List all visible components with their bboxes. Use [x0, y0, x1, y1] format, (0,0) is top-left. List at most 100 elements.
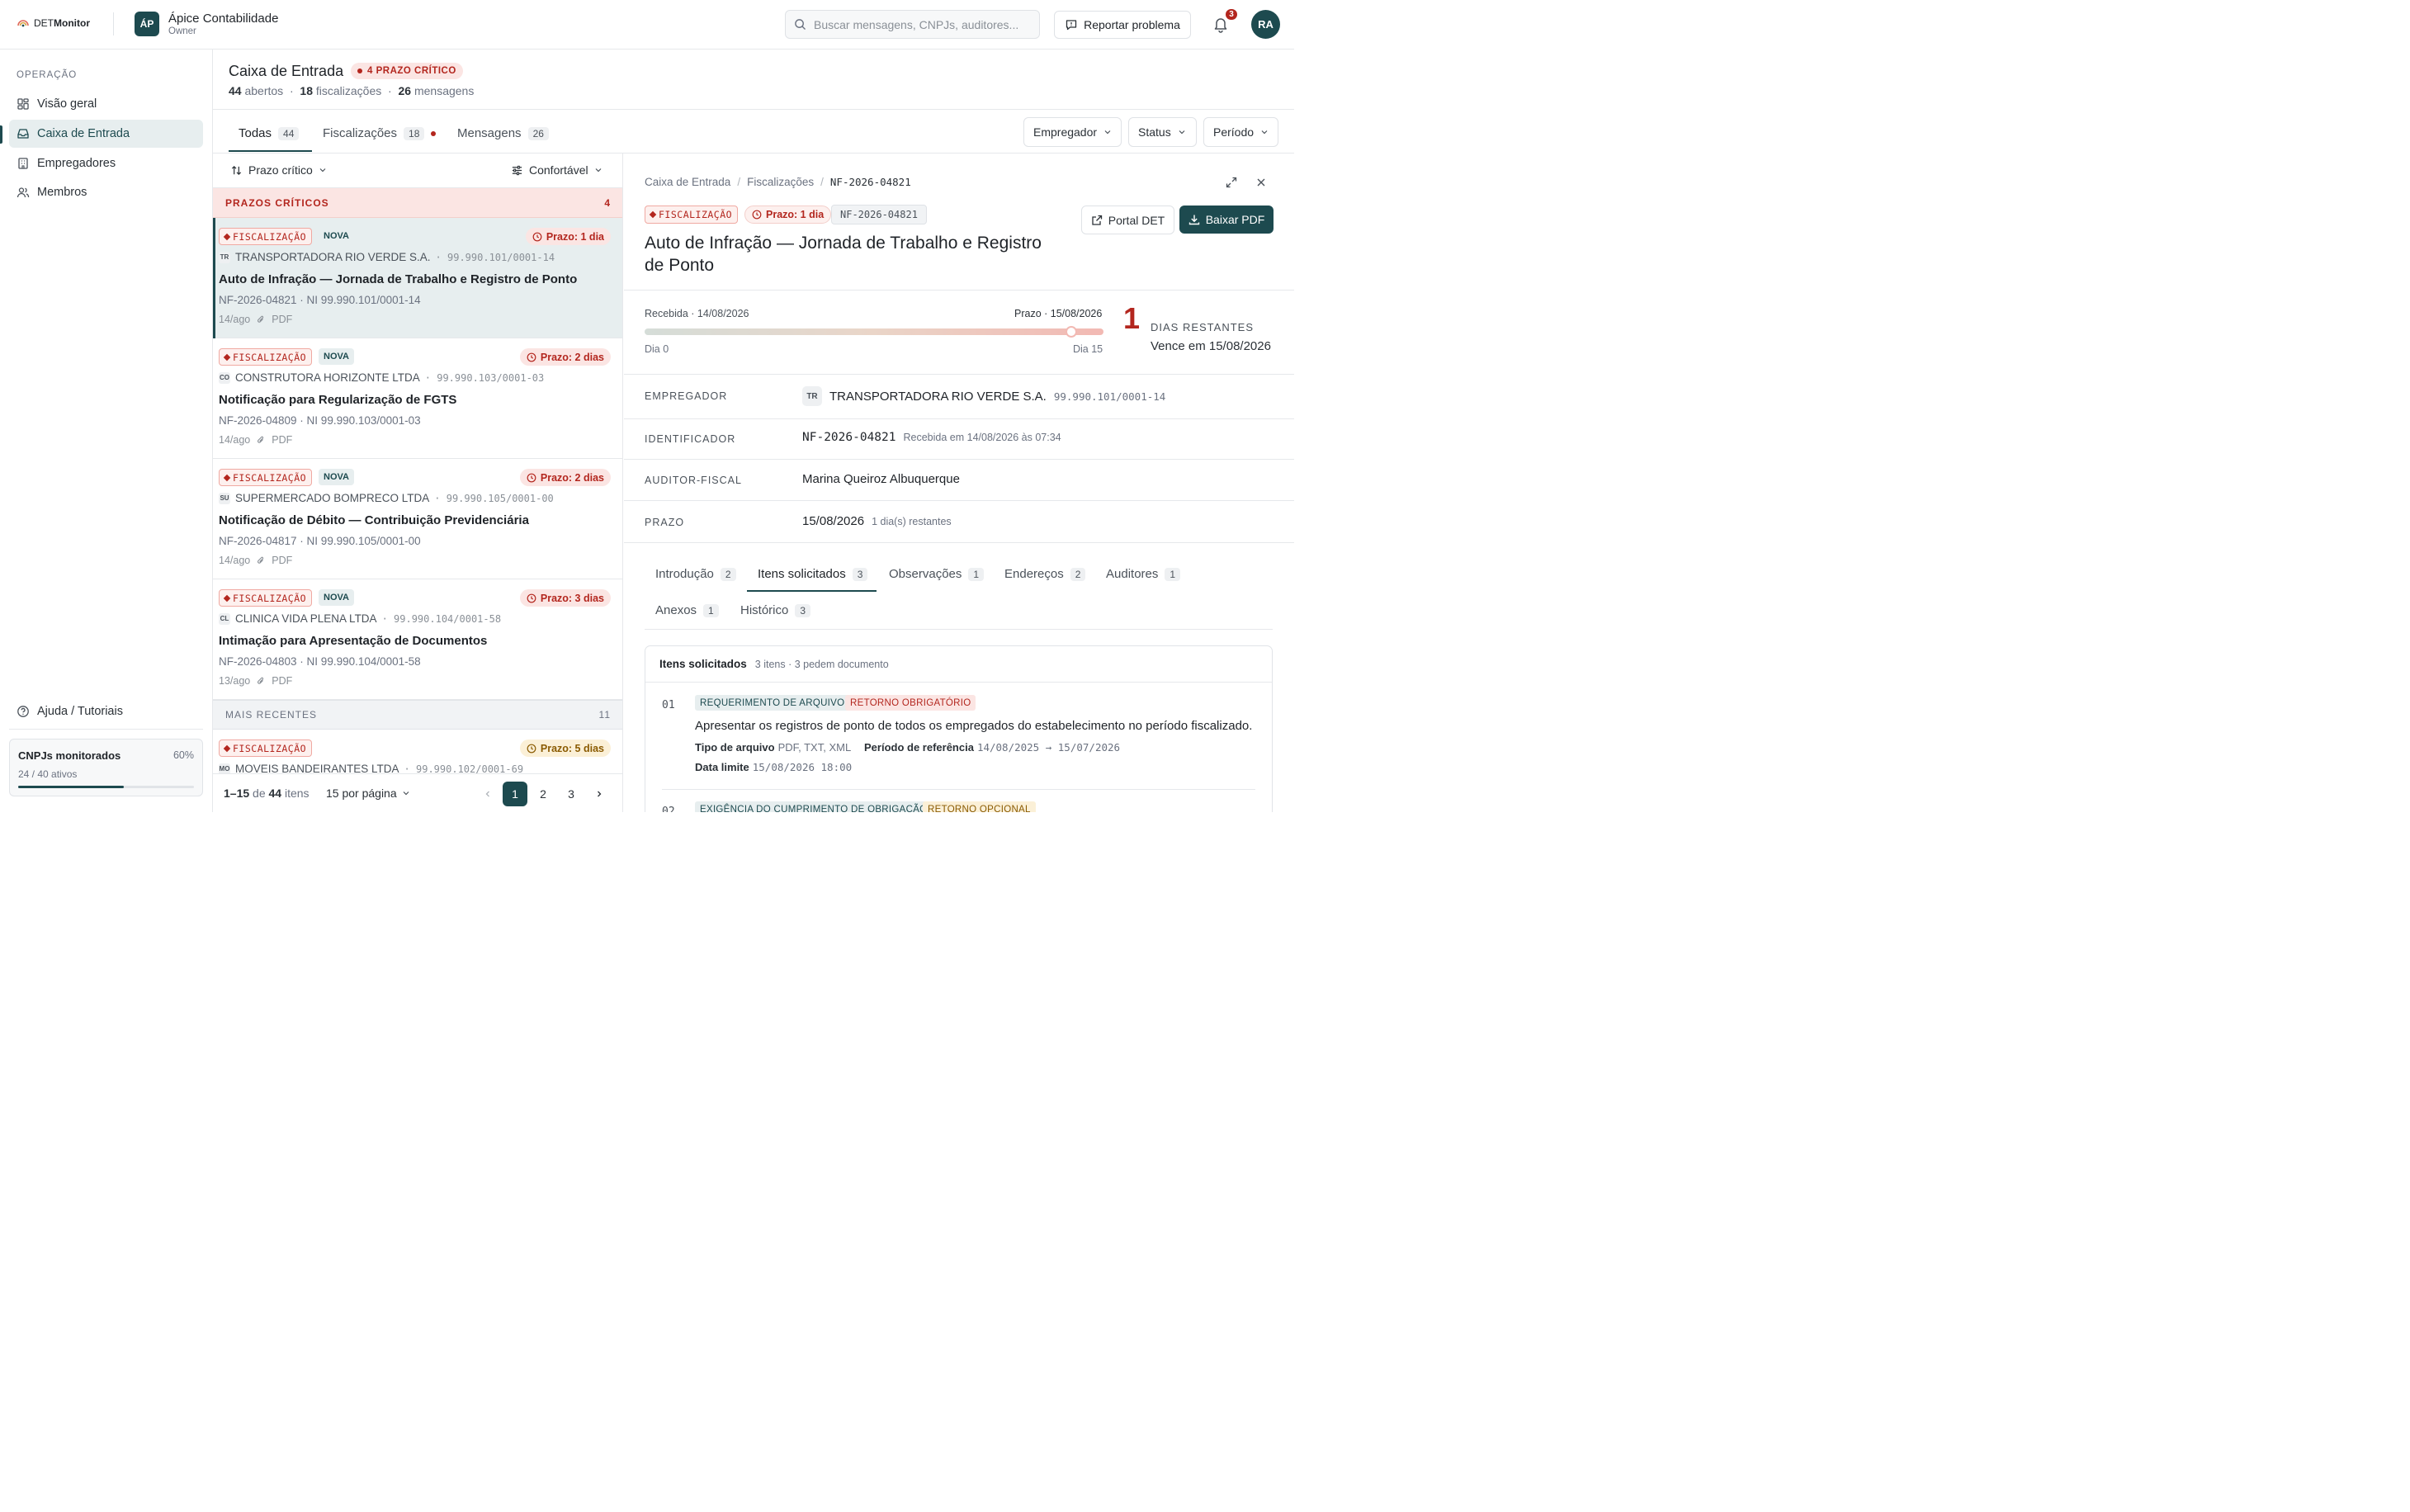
expand-button[interactable] — [1225, 176, 1238, 189]
item-meta: 14/ago PDF — [219, 314, 292, 325]
external-link-icon — [1092, 215, 1102, 225]
attachment-label: PDF — [272, 675, 293, 687]
search-input[interactable] — [814, 17, 1037, 31]
breadcrumb: Caixa de Entrada / Fiscalizações / NF-20… — [645, 176, 911, 188]
diamond-icon — [223, 744, 231, 752]
field-value-auditor: Marina Queiroz Albuquerque — [802, 472, 960, 486]
deadline-label: Prazo: 2 dias — [540, 471, 604, 484]
timeline-received: Recebida · 14/08/2026 — [645, 308, 749, 319]
sidebar-item-caixa-de-entrada[interactable]: Caixa de Entrada — [9, 120, 203, 148]
subtab-label: Introdução — [655, 567, 714, 581]
tab-mensagens[interactable]: Mensagens 26 — [457, 126, 549, 140]
prev-page-button[interactable] — [475, 782, 500, 806]
report-problem-button[interactable]: Reportar problema — [1054, 11, 1191, 39]
sidebar-item-empregadores[interactable]: Empregadores — [9, 149, 203, 177]
stat-messages-value: 26 — [398, 84, 412, 97]
field-value-employer[interactable]: TR TRANSPORTADORA RIO VERDE S.A. 99.990.… — [802, 386, 1165, 406]
type-tag: FISCALIZAÇÃO — [219, 348, 313, 366]
subtab-anexos[interactable]: Anexos 1 — [655, 603, 719, 617]
org-name[interactable]: Ápice Contabilidade — [168, 12, 278, 26]
user-avatar[interactable]: RA — [1251, 10, 1280, 39]
list-item[interactable]: FISCALIZAÇÃO NOVA Prazo: 2 dias SU SUPER… — [213, 459, 622, 579]
close-button[interactable] — [1255, 176, 1268, 189]
employer-cnpj: · 99.990.104/0001-58 — [381, 612, 502, 625]
attachment-label: PDF — [272, 314, 293, 325]
item-date: 14/ago — [219, 555, 251, 566]
subtab-historico[interactable]: Histórico 3 — [740, 603, 811, 617]
meta-value: PDF, TXT, XML — [777, 741, 852, 754]
identifier-value: NF-2026-04821 — [802, 431, 896, 444]
list-item[interactable]: FISCALIZAÇÃO NOVA Prazo: 3 dias CL CLINI… — [213, 579, 622, 700]
requirement-deadline: Data limite 15/08/2026 18:00 — [695, 761, 852, 773]
list-item[interactable]: FISCALIZAÇÃO NOVA Prazo: 2 dias CO CONST… — [213, 338, 622, 459]
requirement-type-chip: REQUERIMENTO DE ARQUIVO — [695, 695, 850, 711]
employer-row: SU SUPERMERCADO BOMPRECO LTDA · 99.990.1… — [219, 492, 554, 504]
deadline-badge: Prazo: 2 dias — [519, 469, 611, 486]
filter-status[interactable]: Status — [1128, 117, 1197, 147]
tab-fiscalizacoes[interactable]: Fiscalizações 18 — [323, 126, 437, 140]
density-dropdown[interactable]: Confortável — [511, 163, 602, 177]
breadcrumb-item[interactable]: Fiscalizações — [747, 176, 814, 188]
deadline-label: Prazo: 1 dia — [766, 209, 825, 220]
subtab-itens-solicitados[interactable]: Itens solicitados 3 — [758, 567, 868, 581]
filter-empregador[interactable]: Empregador — [1023, 117, 1122, 147]
sidebar-item-visao-geral[interactable]: Visão geral — [9, 90, 203, 118]
page-button-1[interactable]: 1 — [503, 782, 527, 806]
item-date: 13/ago — [219, 675, 251, 687]
tab-label: Todas — [239, 126, 272, 140]
subtab-introducao[interactable]: Introdução 2 — [655, 567, 736, 581]
org-avatar[interactable]: ÁP — [135, 12, 159, 36]
meta-label: Tipo de arquivo — [695, 741, 775, 754]
filter-periodo[interactable]: Período — [1203, 117, 1278, 147]
sidebar: OPERAÇÃO Visão geral Caixa de Entrada Em… — [0, 50, 213, 812]
divider — [624, 500, 1294, 501]
cnpj-usage-percent: 60% — [172, 749, 194, 761]
app-logo[interactable]: DETMonitor — [17, 17, 90, 29]
employer-name: TRANSPORTADORA RIO VERDE S.A. — [235, 251, 431, 263]
page-button-2[interactable]: 2 — [531, 782, 555, 806]
next-page-button[interactable] — [587, 782, 612, 806]
cnpj-usage-bar-fill — [18, 786, 124, 788]
type-tag: FISCALIZAÇÃO — [219, 589, 313, 607]
subtab-observacoes[interactable]: Observações 1 — [889, 567, 985, 581]
stat-separator: · — [289, 84, 294, 97]
breadcrumb-separator: / — [737, 176, 741, 188]
download-pdf-button[interactable]: Baixar PDF — [1179, 206, 1274, 234]
breadcrumb-item[interactable]: Caixa de Entrada — [645, 176, 730, 188]
item-reference: NF-2026-04803 · NI 99.990.104/0001-58 — [219, 655, 421, 668]
subtab-enderecos[interactable]: Endereços 2 — [1004, 567, 1086, 581]
subtab-count: 2 — [720, 567, 736, 581]
employer-cnpj: 99.990.101/0001-14 — [1053, 390, 1166, 403]
requested-items-title: Itens solicitados — [659, 658, 747, 670]
help-link[interactable]: Ajuda / Tutoriais — [17, 705, 123, 718]
divider — [624, 459, 1294, 460]
tab-todas[interactable]: Todas 44 — [239, 126, 300, 140]
cnpj-usage-title: CNPJs monitorados — [18, 749, 121, 762]
deadline-label: Prazo: 2 dias — [540, 351, 604, 363]
timeline-due: Prazo · 15/08/2026 — [1014, 308, 1103, 319]
type-tag-label: FISCALIZAÇÃO — [233, 592, 307, 604]
page-button-3[interactable]: 3 — [559, 782, 584, 806]
tab-label: Mensagens — [457, 126, 522, 140]
item-title: Auto de Infração — Jornada de Trabalho e… — [219, 272, 578, 286]
sort-dropdown[interactable]: Prazo crítico — [230, 163, 327, 177]
item-reference: NF-2026-04821 · NI 99.990.101/0001-14 — [219, 294, 421, 306]
sidebar-item-membros[interactable]: Membros — [9, 178, 203, 206]
close-icon — [1257, 178, 1265, 187]
deadline-badge: Prazo: 2 dias — [519, 348, 611, 366]
divider — [624, 542, 1294, 543]
employer-avatar: TR — [802, 386, 822, 406]
status-dot — [357, 69, 362, 73]
search-box[interactable] — [785, 10, 1040, 39]
diamond-icon — [223, 474, 231, 481]
breadcrumb-separator: / — [820, 176, 824, 188]
subtab-auditores[interactable]: Auditores 1 — [1106, 567, 1181, 581]
list-item[interactable]: FISCALIZAÇÃO NOVA Prazo: 1 dia TR TRANSP… — [213, 218, 622, 338]
page-size-dropdown[interactable]: 15 por página — [326, 787, 410, 800]
inbox-icon — [17, 129, 29, 139]
requirement-description: Apresentar os registros de ponto de todo… — [695, 719, 1253, 733]
new-badge: NOVA — [319, 228, 354, 244]
employer-cnpj: · 99.990.105/0001-00 — [434, 492, 554, 504]
section-header-recent: MAIS RECENTES 11 — [213, 700, 622, 730]
portal-det-button[interactable]: Portal DET — [1081, 206, 1174, 234]
